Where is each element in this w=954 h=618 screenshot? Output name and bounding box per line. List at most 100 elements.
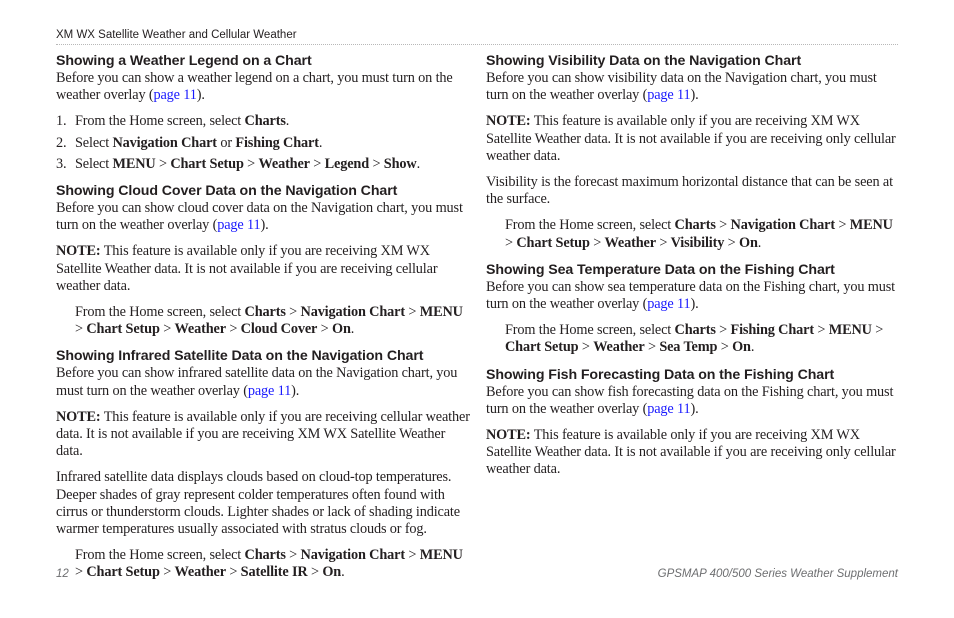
- step-fragment: >: [155, 155, 171, 172]
- step-fragment: .: [285, 113, 290, 130]
- ui-term: Chart Setup: [86, 564, 160, 581]
- note-text: This feature is available only if you ar…: [486, 427, 896, 478]
- path-separator: >: [285, 547, 301, 564]
- step-item: 1. From the Home screen, select Charts.: [56, 113, 472, 130]
- section-heading: Showing a Weather Legend on a Chart: [56, 53, 312, 69]
- ui-term: Charts: [244, 113, 286, 130]
- ui-term: Fishing Chart: [235, 134, 319, 151]
- path-separator: >: [589, 234, 605, 251]
- ui-term: Chart Setup: [505, 339, 579, 356]
- section-weather-legend: Showing a Weather Legend on a Chart Befo…: [56, 52, 472, 173]
- document-title: GPSMAP 400/500 Series Weather Supplement: [657, 568, 898, 580]
- ui-term: Weather: [174, 321, 227, 338]
- path-separator: >: [655, 234, 671, 251]
- intro-paragraph: Before you can show visibility data on t…: [486, 70, 902, 104]
- intro-text-end: ).: [690, 400, 699, 417]
- section-sea-temperature: Showing Sea Temperature Data on the Fish…: [486, 261, 902, 357]
- menu-path: From the Home screen, select Charts > Na…: [56, 547, 472, 581]
- ui-term: Navigation Chart: [300, 304, 406, 321]
- ui-term: MENU: [112, 155, 156, 172]
- section-cloud-cover: Showing Cloud Cover Data on the Navigati…: [56, 182, 472, 338]
- path-separator: >: [285, 304, 301, 321]
- path-separator: >: [717, 339, 733, 356]
- section-visibility: Showing Visibility Data on the Navigatio…: [486, 52, 902, 252]
- step-fragment: .: [318, 134, 323, 151]
- section-heading: Showing Sea Temperature Data on the Fish…: [486, 261, 835, 278]
- section-fish-forecasting: Showing Fish Forecasting Data on the Fis…: [486, 366, 902, 479]
- page-link[interactable]: page 11: [217, 217, 260, 233]
- ui-term: Legend: [324, 155, 370, 172]
- path-separator: >: [75, 321, 87, 338]
- menu-path: From the Home screen, select Charts > Fi…: [486, 322, 902, 356]
- ui-term: On: [332, 321, 351, 338]
- ui-term: Fishing Chart: [730, 322, 815, 339]
- path-separator: >: [317, 321, 333, 338]
- ui-term: Visibility: [670, 234, 725, 251]
- page-link[interactable]: page 11: [647, 401, 690, 417]
- path-separator: >: [834, 217, 850, 234]
- intro-paragraph: Before you can show sea temperature data…: [486, 279, 902, 313]
- path-separator: >: [225, 321, 241, 338]
- intro-text-end: ).: [690, 87, 699, 104]
- step-fragment: >: [309, 155, 325, 172]
- path-separator: >: [715, 322, 731, 339]
- path-prefix: From the Home screen, select: [505, 217, 675, 234]
- path-end: .: [341, 564, 345, 581]
- left-column: Showing a Weather Legend on a Chart Befo…: [56, 52, 472, 582]
- path-separator: >: [578, 339, 594, 356]
- page-link[interactable]: page 11: [248, 383, 291, 399]
- ui-term: MENU: [828, 322, 872, 339]
- ui-term: Chart Setup: [516, 234, 590, 251]
- intro-paragraph: Before you can show a weather legend on …: [56, 70, 472, 104]
- step-number: 1.: [56, 113, 67, 130]
- ui-term: Weather: [593, 339, 645, 356]
- ui-term: Navigation Chart: [112, 134, 217, 151]
- page-link[interactable]: page 11: [647, 87, 690, 103]
- path-separator: >: [724, 234, 740, 251]
- path-separator: >: [644, 339, 660, 356]
- page-link[interactable]: page 11: [647, 296, 690, 312]
- step-text: Select MENU > Chart Setup > Weather > Le…: [75, 156, 420, 173]
- ui-term: On: [739, 234, 758, 251]
- path-separator: >: [505, 234, 517, 251]
- ui-term: MENU: [419, 547, 463, 564]
- page-link[interactable]: page 11: [153, 87, 196, 103]
- intro-paragraph: Before you can show infrared satellite d…: [56, 365, 472, 399]
- ui-term: Cloud Cover: [240, 321, 318, 338]
- step-fragment: Select: [75, 155, 113, 172]
- step-fragment: From the Home screen, select: [75, 113, 245, 130]
- path-separator: >: [813, 322, 829, 339]
- body-paragraph: Infrared satellite data displays clouds …: [56, 469, 460, 538]
- header-divider: [56, 44, 898, 45]
- path-prefix: From the Home screen, select: [75, 547, 245, 564]
- ui-term: Chart Setup: [86, 321, 160, 338]
- note-label: NOTE:: [486, 113, 531, 130]
- ui-term: Weather: [604, 234, 657, 251]
- step-number: 2.: [56, 134, 67, 151]
- ui-term: Charts: [674, 217, 716, 234]
- ui-term: Weather: [258, 155, 311, 172]
- ui-term: Charts: [244, 547, 286, 564]
- intro-text-end: ).: [291, 382, 300, 399]
- section-heading: Showing Cloud Cover Data on the Navigati…: [56, 183, 398, 200]
- section-infrared-satellite: Showing Infrared Satellite Data on the N…: [56, 347, 472, 581]
- ui-term: Chart Setup: [170, 155, 244, 172]
- section-heading: Showing Visibility Data on the Navigatio…: [486, 53, 802, 69]
- ui-term: Charts: [674, 322, 716, 339]
- ui-term: Show: [383, 155, 417, 172]
- path-end: .: [350, 321, 355, 338]
- path-separator: >: [404, 547, 420, 564]
- path-separator: >: [307, 564, 323, 581]
- note-label: NOTE:: [56, 243, 101, 260]
- path-prefix: From the Home screen, select: [505, 322, 675, 339]
- ui-term: Satellite IR: [240, 564, 308, 581]
- intro-text-end: ).: [690, 296, 699, 313]
- note-text: This feature is available only if you ar…: [56, 408, 470, 460]
- path-separator: >: [404, 304, 420, 321]
- menu-path: From the Home screen, select Charts > Na…: [56, 304, 472, 338]
- ui-term: Charts: [244, 304, 286, 321]
- note-paragraph: NOTE: This feature is available only if …: [486, 427, 902, 479]
- note-label: NOTE:: [56, 408, 101, 425]
- path-end: .: [750, 339, 755, 356]
- step-fragment: or: [216, 134, 236, 151]
